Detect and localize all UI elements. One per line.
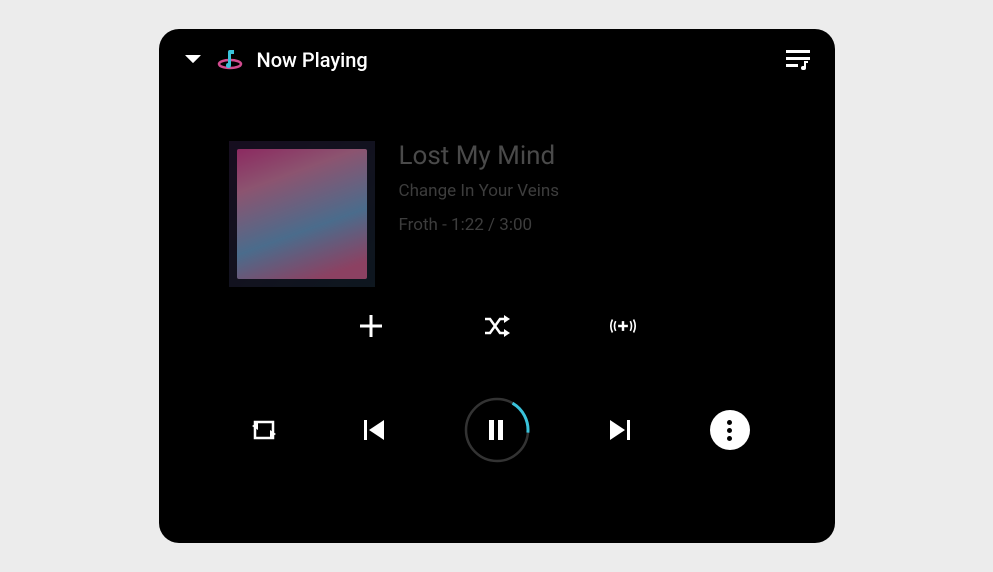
collapse-button[interactable] [183, 50, 203, 70]
track-title: Lost My Mind [399, 141, 560, 171]
track-duration: 3:00 [499, 215, 532, 235]
track-album: Change In Your Veins [399, 181, 560, 201]
pause-icon [489, 420, 505, 440]
shuffle-icon [484, 315, 510, 337]
previous-button[interactable] [354, 410, 394, 450]
broadcast-icon [610, 315, 636, 337]
chevron-down-icon [185, 55, 201, 65]
player-header: Now Playing [159, 29, 835, 91]
track-content: Lost My Mind Change In Your Veins Froth … [159, 91, 835, 307]
next-button[interactable] [600, 410, 640, 450]
music-player-card: Now Playing Lost My Mind Change In Your … [159, 29, 835, 543]
album-art[interactable] [229, 141, 375, 287]
queue-icon [786, 50, 810, 70]
play-pause-button[interactable] [464, 397, 530, 463]
header-title: Now Playing [257, 48, 368, 72]
playback-controls [159, 397, 835, 463]
repeat-icon [252, 419, 276, 441]
more-vertical-icon [727, 420, 732, 425]
broadcast-button[interactable] [610, 313, 636, 339]
skip-previous-icon [364, 420, 384, 440]
track-artist-time: Froth - 1:22 / 3:00 [399, 215, 560, 235]
add-button[interactable] [358, 313, 384, 339]
skip-next-icon [610, 420, 630, 440]
app-logo-icon[interactable] [217, 47, 243, 73]
repeat-button[interactable] [244, 410, 284, 450]
track-elapsed: 1:22 [451, 215, 484, 235]
more-options-button[interactable] [710, 410, 750, 450]
track-artist: Froth [399, 215, 438, 235]
shuffle-button[interactable] [484, 313, 510, 339]
plus-icon [360, 315, 382, 337]
track-metadata: Lost My Mind Change In Your Veins Froth … [399, 141, 560, 287]
queue-button[interactable] [785, 47, 811, 73]
secondary-actions [159, 313, 835, 339]
album-art-image [237, 149, 367, 279]
